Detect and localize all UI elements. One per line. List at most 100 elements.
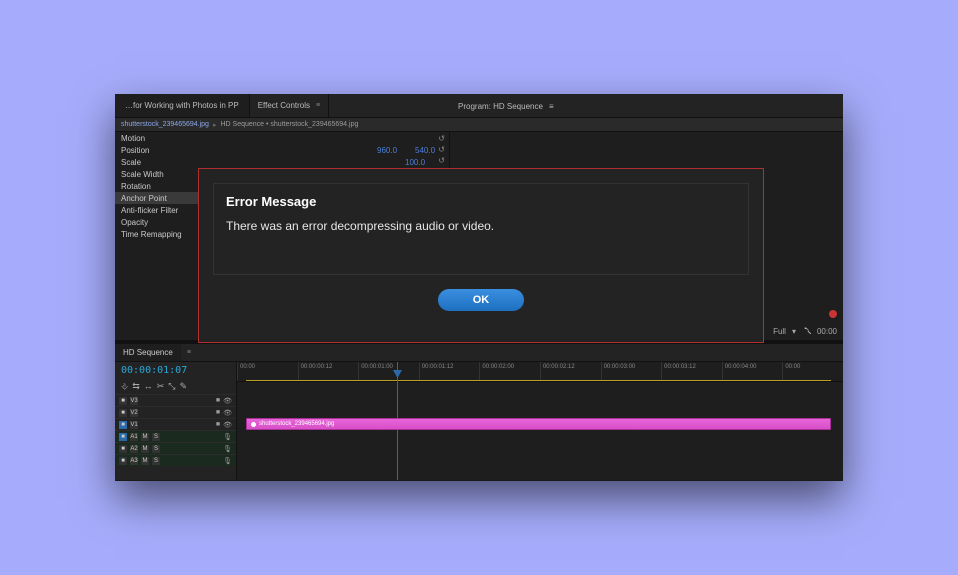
track-target-toggle[interactable]: V2 bbox=[130, 409, 138, 417]
track-target-toggle[interactable]: A1 bbox=[130, 433, 138, 441]
track-target-toggle[interactable]: V3 bbox=[130, 397, 138, 405]
track-target-toggle[interactable]: V1 bbox=[130, 421, 138, 429]
settings-icon[interactable]: ⤡ bbox=[168, 381, 175, 392]
track-header-v1[interactable]: ■V1■👁 bbox=[115, 418, 236, 430]
chevron-right-icon: ▸ bbox=[213, 121, 217, 129]
timeline-panel: 00:00:01:07 ⎀ ⇆ ↔ ✂ ⤡ ✎ ■V3■👁■V2■👁■V1■👁■… bbox=[115, 362, 843, 480]
dialog-body: Error Message There was an error decompr… bbox=[213, 183, 749, 275]
mute-toggle[interactable]: M bbox=[141, 445, 149, 453]
ok-button[interactable]: OK bbox=[438, 289, 524, 311]
razor-icon[interactable]: ✂ bbox=[157, 381, 165, 392]
track-v1-lane[interactable]: shutterstock_239465694.jpg bbox=[246, 418, 831, 430]
ruler-tick[interactable]: 00:00 bbox=[782, 362, 843, 381]
reset-icon[interactable]: ↺ bbox=[438, 145, 445, 154]
effect-label: Position bbox=[121, 146, 377, 155]
effect-controls-tab[interactable]: Effect Controls ≡ bbox=[250, 94, 329, 117]
effect-value-x[interactable]: 960.0 bbox=[377, 146, 415, 155]
monitor-timecode: 00:00 bbox=[817, 327, 837, 336]
ruler-tick[interactable]: 00:00:02:00 bbox=[479, 362, 540, 381]
track-source-toggle[interactable]: ■ bbox=[119, 409, 127, 417]
lock-icon[interactable]: ■ bbox=[216, 421, 220, 428]
mic-icon[interactable]: 🎙 bbox=[223, 445, 232, 453]
effect-label: Scale bbox=[121, 158, 405, 167]
timeline-canvas[interactable]: 00:0000:00:00:1200:00:01:0000:00:01:1200… bbox=[237, 362, 843, 480]
effect-controls-label: Effect Controls bbox=[258, 101, 310, 110]
sequence-tab[interactable]: HD Sequence bbox=[115, 344, 181, 361]
ruler-tick[interactable]: 00:00:01:12 bbox=[419, 362, 480, 381]
track-source-toggle[interactable]: ■ bbox=[119, 433, 127, 441]
chevron-down-icon[interactable]: ▾ bbox=[792, 327, 796, 336]
timeline-header: HD Sequence ≡ bbox=[115, 344, 843, 362]
snap-icon[interactable]: ⎀ bbox=[121, 381, 128, 392]
track-header-v2[interactable]: ■V2■👁 bbox=[115, 406, 236, 418]
dialog-title: Error Message bbox=[226, 194, 736, 209]
source-tab[interactable]: …for Working with Photos in PP bbox=[115, 94, 250, 117]
video-clip[interactable]: shutterstock_239465694.jpg bbox=[246, 418, 831, 430]
mute-toggle[interactable]: M bbox=[141, 457, 149, 465]
marker-icon[interactable]: ↔ bbox=[144, 381, 153, 392]
mic-icon[interactable]: 🎙 bbox=[223, 457, 232, 465]
panel-menu-icon[interactable]: ≡ bbox=[316, 102, 320, 109]
clip-breadcrumb: shutterstock_239465694.jpg ▸ HD Sequence… bbox=[115, 118, 843, 132]
zoom-fit-label[interactable]: Full bbox=[773, 327, 786, 336]
wrench-icon[interactable]: ✎ bbox=[180, 381, 188, 392]
track-source-toggle[interactable]: ■ bbox=[119, 445, 127, 453]
time-ruler[interactable]: 00:0000:00:00:1200:00:01:0000:00:01:1200… bbox=[237, 362, 843, 382]
track-headers: ■V3■👁■V2■👁■V1■👁■A1MS🎙■A2MS🎙■A3MS🎙 bbox=[115, 394, 236, 480]
eye-icon[interactable]: 👁 bbox=[223, 409, 232, 417]
eye-icon[interactable]: 👁 bbox=[223, 397, 232, 405]
eye-icon[interactable]: 👁 bbox=[223, 421, 232, 429]
track-header-a3[interactable]: ■A3MS 🎙 bbox=[115, 454, 236, 466]
monitor-controls: Full ▾ 00:00 bbox=[773, 327, 837, 336]
solo-toggle[interactable]: S bbox=[152, 445, 160, 453]
ruler-tick[interactable]: 00:00:04:00 bbox=[722, 362, 783, 381]
track-target-toggle[interactable]: A2 bbox=[130, 445, 138, 453]
track-source-toggle[interactable]: ■ bbox=[119, 421, 127, 429]
breadcrumb-target: HD Sequence • shutterstock_239465694.jpg bbox=[220, 121, 358, 128]
ruler-tick[interactable]: 00:00:00:12 bbox=[298, 362, 359, 381]
reset-icon[interactable]: ↺ bbox=[438, 134, 445, 143]
timeline-tools: ⎀ ⇆ ↔ ✂ ⤡ ✎ bbox=[115, 379, 236, 394]
track-header-a1[interactable]: ■A1MS 🎙 bbox=[115, 430, 236, 442]
link-icon[interactable]: ⇆ bbox=[132, 381, 140, 392]
wrench-icon[interactable] bbox=[802, 327, 811, 336]
clip-label: shutterstock_239465694.jpg bbox=[259, 421, 334, 427]
track-source-toggle[interactable]: ■ bbox=[119, 457, 127, 465]
record-icon[interactable] bbox=[829, 310, 837, 318]
dialog-message: There was an error decompressing audio o… bbox=[226, 219, 736, 233]
track-target-toggle[interactable]: A3 bbox=[130, 457, 138, 465]
effect-row-position[interactable]: Position960.0540.0 bbox=[115, 144, 449, 156]
mic-icon[interactable]: 🎙 bbox=[223, 433, 232, 441]
source-tab-label: …for Working with Photos in PP bbox=[125, 101, 239, 110]
effect-row-motion[interactable]: Motion bbox=[115, 132, 449, 144]
program-tab-label: Program: HD Sequence bbox=[458, 102, 543, 111]
track-header-v3[interactable]: ■V3■👁 bbox=[115, 394, 236, 406]
lock-icon[interactable]: ■ bbox=[216, 397, 220, 404]
timeline-left: 00:00:01:07 ⎀ ⇆ ↔ ✂ ⤡ ✎ ■V3■👁■V2■👁■V1■👁■… bbox=[115, 362, 237, 480]
reset-icon[interactable]: ↺ bbox=[438, 156, 445, 165]
lock-icon[interactable]: ■ bbox=[216, 409, 220, 416]
program-tab[interactable]: Program: HD Sequence ≡ bbox=[450, 94, 562, 118]
effect-label: Motion bbox=[121, 134, 443, 143]
error-dialog: Error Message There was an error decompr… bbox=[198, 168, 764, 343]
work-area-bar[interactable] bbox=[246, 380, 831, 381]
ruler-tick[interactable]: 00:00 bbox=[237, 362, 298, 381]
clip-fx-icon bbox=[251, 422, 256, 427]
breadcrumb-source[interactable]: shutterstock_239465694.jpg bbox=[121, 121, 209, 128]
effect-value[interactable]: 100.0 bbox=[405, 158, 443, 167]
ruler-tick[interactable]: 00:00:02:12 bbox=[540, 362, 601, 381]
track-header-a2[interactable]: ■A2MS 🎙 bbox=[115, 442, 236, 454]
playhead-timecode[interactable]: 00:00:01:07 bbox=[115, 362, 236, 379]
solo-toggle[interactable]: S bbox=[152, 433, 160, 441]
timeline-panel-menu-icon[interactable]: ≡ bbox=[187, 349, 191, 356]
solo-toggle[interactable]: S bbox=[152, 457, 160, 465]
ruler-tick[interactable]: 00:00:03:12 bbox=[661, 362, 722, 381]
effect-row-scale[interactable]: Scale100.0 bbox=[115, 156, 449, 168]
track-source-toggle[interactable]: ■ bbox=[119, 397, 127, 405]
sequence-tab-label: HD Sequence bbox=[123, 348, 173, 357]
ruler-tick[interactable]: 00:00:01:00 bbox=[358, 362, 419, 381]
program-panel-menu-icon[interactable]: ≡ bbox=[549, 102, 554, 111]
top-bar: …for Working with Photos in PP Effect Co… bbox=[115, 94, 843, 118]
ruler-tick[interactable]: 00:00:03:00 bbox=[601, 362, 662, 381]
mute-toggle[interactable]: M bbox=[141, 433, 149, 441]
